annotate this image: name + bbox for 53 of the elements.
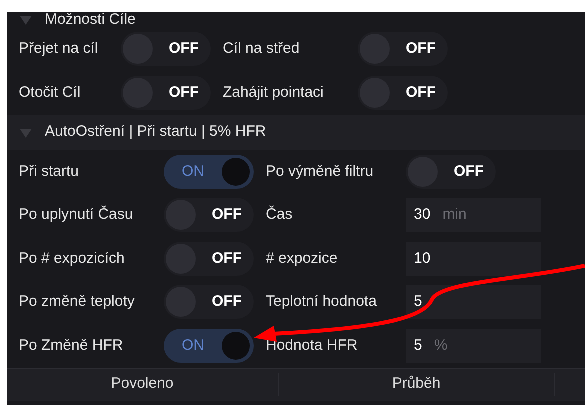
section-header[interactable]: AutoOstření | Při startu | 5% HFR xyxy=(7,115,585,150)
option-label: Po změně teploty xyxy=(19,292,136,312)
expand-icon[interactable] xyxy=(19,13,33,27)
section-title: AutoOstření | Při startu | 5% HFR xyxy=(45,122,266,142)
toggle-state: OFF xyxy=(169,38,199,59)
toggle-knob xyxy=(360,78,390,108)
input-field[interactable]: 5 xyxy=(406,285,541,320)
input-field[interactable]: 10 xyxy=(406,242,541,276)
input-field[interactable]: 5 % xyxy=(406,328,541,363)
toggle-switch[interactable]: OFF xyxy=(164,285,254,320)
toggle-switch[interactable]: OFF xyxy=(121,76,211,110)
option-label: Teplotní hodnota xyxy=(266,292,378,312)
toggle-knob xyxy=(166,200,196,230)
toggle-state: OFF xyxy=(212,292,242,312)
section-title: Možnosti Cíle xyxy=(45,12,136,27)
option-label: # expozice xyxy=(266,248,339,268)
option-label: Zahájit pointaci xyxy=(223,82,325,103)
toggle-switch[interactable]: OFF xyxy=(164,242,254,276)
toggle-knob xyxy=(166,287,196,318)
option-label: Hodnota HFR xyxy=(266,336,359,356)
option-label: Po Změně HFR xyxy=(19,336,124,356)
toggle-state: OFF xyxy=(212,205,242,225)
option-label: Cíl na střed xyxy=(223,38,301,59)
toggle-knob xyxy=(166,244,196,274)
option-label: Při startu xyxy=(19,162,80,182)
toggle-state: ON xyxy=(182,336,204,356)
option-label: Po # expozicích xyxy=(19,248,126,268)
option-label: Po výměně filtru xyxy=(266,162,375,182)
section-header[interactable]: Možnosti Cíle xyxy=(7,12,585,27)
toggle-state: ON xyxy=(182,162,204,182)
input-field[interactable]: 30 min xyxy=(406,198,541,232)
toggle-state: OFF xyxy=(406,38,436,59)
toggle-switch[interactable]: OFF xyxy=(121,32,211,66)
option-label: Čas xyxy=(266,204,294,225)
toggle-state: OFF xyxy=(169,82,199,103)
toggle-state: OFF xyxy=(454,162,484,182)
toggle-switch[interactable]: OFF xyxy=(164,198,254,232)
toggle-knob xyxy=(123,34,153,64)
toggle-knob xyxy=(123,78,153,108)
toggle-switch[interactable]: OFF xyxy=(358,76,448,110)
toggle-knob xyxy=(360,34,390,64)
toggle-state: OFF xyxy=(406,82,436,103)
option-label: Přejet na cíl xyxy=(19,38,100,59)
option-label: Po uplynutí Času xyxy=(19,204,134,225)
toggle-state: OFF xyxy=(212,248,242,268)
toggle-knob xyxy=(408,156,438,187)
toggle-switch[interactable]: OFF xyxy=(406,154,496,189)
toggle-switch[interactable]: OFF xyxy=(358,32,448,66)
toggle-knob xyxy=(222,332,250,360)
option-label: Otočit Cíl xyxy=(19,82,82,103)
toggle-knob xyxy=(222,158,250,186)
column-header[interactable]: Povoleno xyxy=(7,373,279,396)
column-header[interactable]: Průběh xyxy=(279,373,555,396)
